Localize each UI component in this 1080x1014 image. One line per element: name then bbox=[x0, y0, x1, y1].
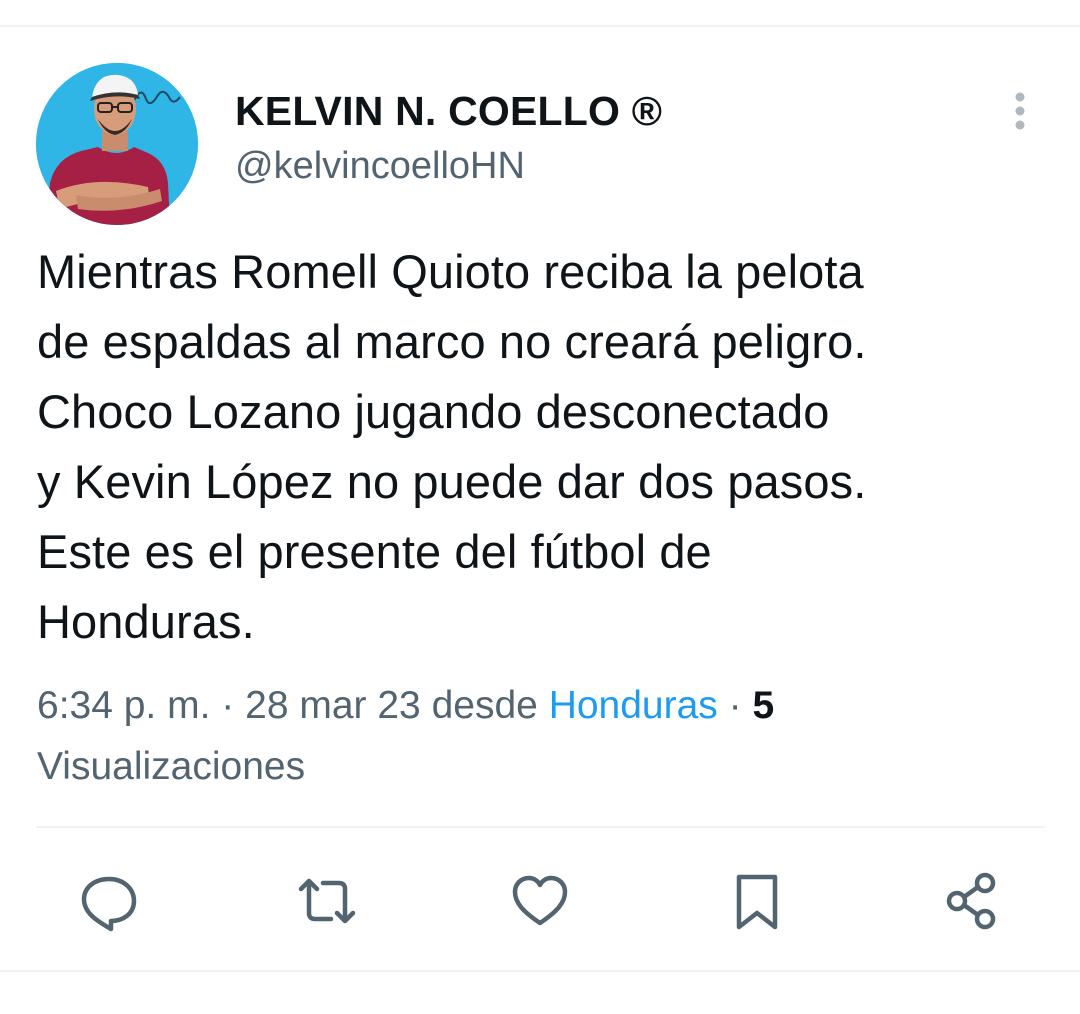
tweet-date[interactable]: 28 mar 23 bbox=[245, 684, 421, 727]
reply-icon bbox=[81, 876, 137, 932]
share-button[interactable] bbox=[930, 860, 1012, 942]
meta-separator: · bbox=[728, 684, 742, 727]
from-label: desde bbox=[431, 684, 538, 727]
tweet-actions-bar bbox=[0, 860, 1080, 942]
meta-separator: · bbox=[221, 684, 235, 727]
user-handle[interactable]: @kelvincoelloHN bbox=[235, 145, 525, 188]
views-label[interactable]: Visualizaciones bbox=[37, 745, 305, 788]
avatar[interactable] bbox=[36, 63, 198, 225]
retweet-button[interactable] bbox=[286, 860, 368, 942]
like-button[interactable] bbox=[499, 860, 581, 942]
heart-icon bbox=[512, 875, 568, 926]
views-count[interactable]: 5 bbox=[752, 684, 774, 727]
reply-button[interactable] bbox=[68, 860, 150, 942]
bookmark-button[interactable] bbox=[716, 860, 798, 942]
location-link[interactable]: Honduras bbox=[549, 684, 718, 727]
more-options-button[interactable] bbox=[1003, 88, 1037, 134]
avatar-photo bbox=[36, 63, 198, 225]
tweet-text: Mientras Romell Quioto reciba la pelota … bbox=[37, 245, 867, 648]
more-vertical-icon bbox=[1015, 92, 1025, 130]
bookmark-icon bbox=[736, 874, 778, 930]
tweet-time[interactable]: 6:34 p. m. bbox=[37, 684, 210, 727]
display-name[interactable]: KELVIN N. COELLO ® bbox=[235, 88, 662, 135]
retweet-icon bbox=[298, 878, 356, 924]
actions-divider bbox=[36, 826, 1045, 828]
bottom-divider bbox=[0, 970, 1080, 972]
share-icon bbox=[946, 872, 996, 930]
tweet-meta: 6:34 p. m. · 28 mar 23 desde Honduras · … bbox=[37, 675, 1037, 797]
top-divider bbox=[0, 25, 1080, 27]
